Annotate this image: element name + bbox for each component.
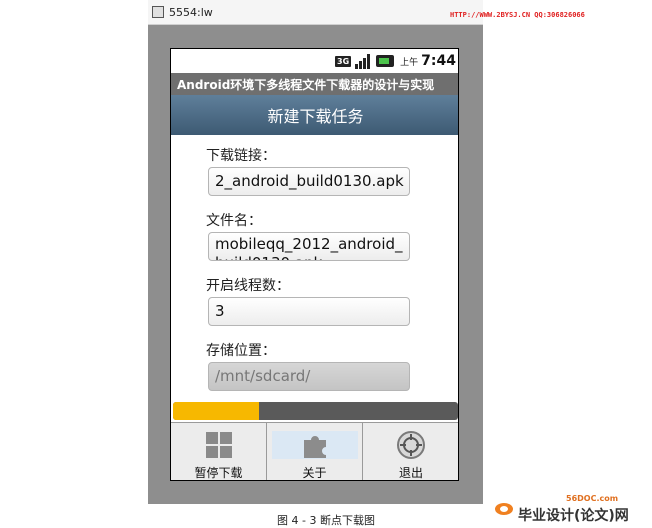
watermark-text: HTTP://WWW.2BYSJ.CN QQ:306826066 — [450, 11, 585, 19]
download-progress-bar — [173, 402, 458, 420]
download-progress-fill — [173, 402, 259, 420]
exit-icon — [396, 430, 426, 460]
filename-label: 文件名： — [206, 213, 262, 229]
phone-screen: 3G 上午 7:44 Android环境下多线程文件下载器的设计与实现 新建下载… — [170, 48, 459, 481]
grid-icon — [204, 430, 234, 460]
filename-input[interactable]: mobileqq_2012_android_build0130.apk — [208, 232, 410, 261]
app-title: Android环境下多线程文件下载器的设计与实现 — [177, 77, 435, 92]
emulator-titlebar: 5554:lw — [148, 0, 483, 25]
about-button[interactable]: 关于 — [267, 423, 363, 480]
puzzle-icon — [300, 430, 330, 460]
storage-input: /mnt/sdcard/ — [208, 362, 410, 391]
storage-label: 存储位置： — [206, 343, 276, 359]
battery-icon — [376, 55, 395, 67]
options-menu: 暂停下载 关于 退出 — [171, 422, 458, 480]
link-input[interactable]: 2_android_build0130.apk — [208, 167, 410, 196]
network-3g-icon: 3G — [335, 55, 352, 67]
about-label: 关于 — [302, 466, 327, 480]
link-label: 下载链接： — [206, 148, 276, 164]
pause-download-button[interactable]: 暂停下载 — [171, 423, 267, 480]
pause-download-label: 暂停下载 — [194, 466, 243, 480]
status-ampm: 上午 — [400, 57, 419, 68]
status-bar: 3G 上午 7:44 — [171, 49, 458, 73]
figure-caption: 图 4 - 3 断点下载图 — [277, 514, 375, 527]
threads-input[interactable]: 3 — [208, 297, 410, 326]
threads-label: 开启线程数： — [206, 278, 290, 294]
app-title-bar: Android环境下多线程文件下载器的设计与实现 — [171, 73, 458, 95]
exit-label: 退出 — [398, 466, 423, 480]
dialog-title: 新建下载任务 — [267, 107, 364, 126]
emulator-title: 5554:lw — [169, 5, 213, 19]
app-window-icon — [152, 6, 164, 18]
exit-button[interactable]: 退出 — [363, 423, 458, 480]
site-logo-url: 56DOC.com — [566, 494, 619, 503]
signal-strength-icon — [355, 53, 371, 69]
status-time: 7:44 — [421, 53, 456, 69]
dialog-header: 新建下载任务 — [171, 95, 458, 135]
